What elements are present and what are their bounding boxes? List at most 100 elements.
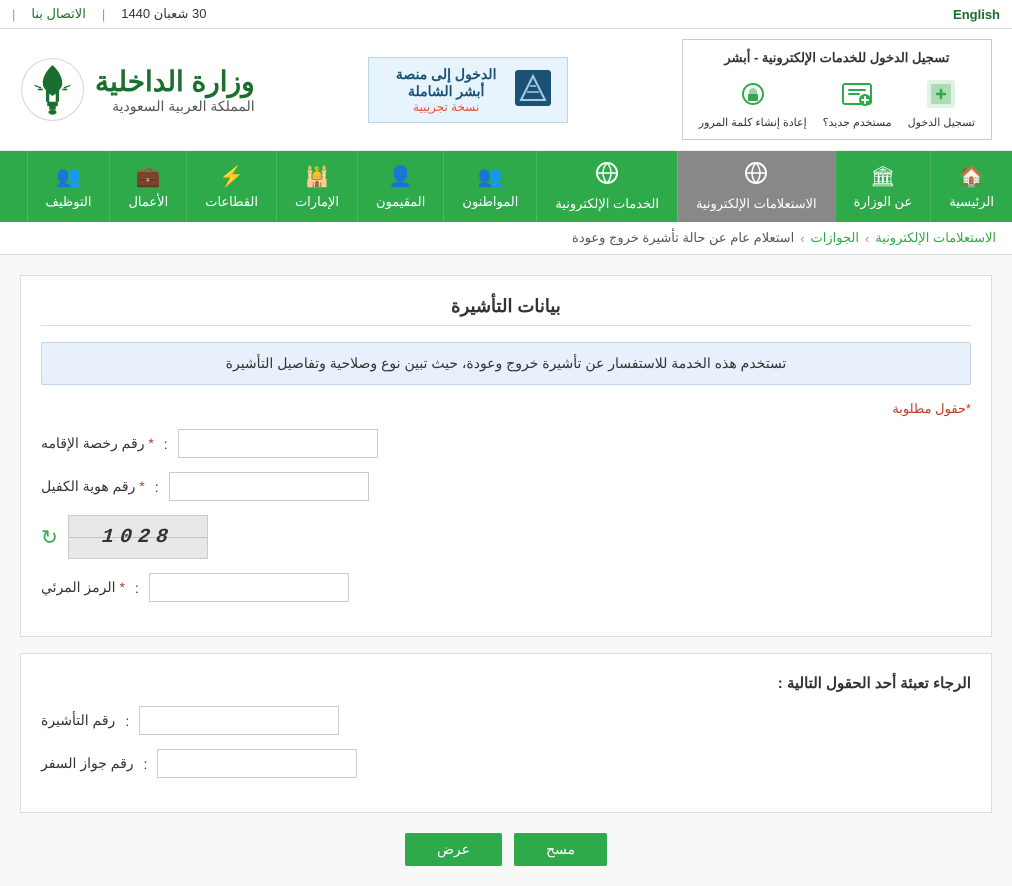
sep2: | xyxy=(12,7,15,22)
nav-item-eservices[interactable]: الخدمات الإلكترونية xyxy=(536,151,677,222)
country-name: المملكة العربية السعودية xyxy=(95,98,255,115)
sectors-icon: ⚡ xyxy=(219,164,244,189)
nav-item-residents[interactable]: 👤 المقيمون xyxy=(357,151,443,222)
nav-item-citizens[interactable]: 👥 المواطنون xyxy=(443,151,536,222)
sep1: | xyxy=(102,7,105,22)
business-icon: 💼 xyxy=(136,164,161,189)
visanum-row: : رقم التأشيرة xyxy=(41,706,971,735)
kafeel-row: : * رقم هوية الكفيل xyxy=(41,472,971,501)
ministry-emblem xyxy=(20,57,85,122)
nav-business-label: الأعمال xyxy=(128,194,168,210)
login-action-signin[interactable]: تسجيل الدخول xyxy=(908,76,975,129)
nav-ministry-label: عن الوزارة xyxy=(854,194,913,210)
kafeel-input[interactable] xyxy=(169,472,369,501)
header-logo: وزارة الداخلية المملكة العربية السعودية xyxy=(20,57,255,122)
required-note: *حقول مطلوبة xyxy=(41,401,971,417)
signin-icon xyxy=(923,76,959,112)
newuser-label: مستخدم جديد؟ xyxy=(823,116,892,129)
nav-item-employment[interactable]: 👥 التوظيف xyxy=(27,151,110,222)
login-action-newuser[interactable]: مستخدم جديد؟ xyxy=(823,76,892,129)
button-row: عرض مسح xyxy=(20,833,992,866)
login-title: تسجيل الدخول للخدمات الإلكترونية - أبشر xyxy=(699,50,975,66)
signin-label: تسجيل الدخول xyxy=(908,116,975,129)
nav-item-emirates[interactable]: 🕌 الإمارات xyxy=(276,151,357,222)
breadcrumb-passports[interactable]: الجوازات xyxy=(811,230,859,246)
absher-banner[interactable]: الدخول إلى منصة أبشر الشاملة نسخة تجريبي… xyxy=(368,57,568,123)
clear-button[interactable]: مسح xyxy=(514,833,607,866)
breadcrumb-einquiry[interactable]: الاستعلامات الإلكترونية xyxy=(875,230,996,246)
passportnum-row: : رقم جواز السفر xyxy=(41,749,971,778)
visanum-colon: : xyxy=(125,713,129,729)
ministry-icon: 🏛 xyxy=(870,164,895,189)
view-button[interactable]: عرض xyxy=(405,833,502,866)
home-icon: 🏠 xyxy=(959,164,984,189)
iqama-required-star: * xyxy=(148,435,153,451)
english-link[interactable]: English xyxy=(953,7,1000,22)
captcha-input[interactable] xyxy=(149,573,349,602)
citizens-icon: 👥 xyxy=(478,164,503,189)
section2-title: الرجاء تعبئة أحد الحقول التالية : xyxy=(41,674,971,692)
absher-icon xyxy=(515,70,551,109)
eservices-icon xyxy=(595,161,619,191)
visanum-input[interactable] xyxy=(139,706,339,735)
nav-eservices-label: الخدمات الإلكترونية xyxy=(555,196,659,212)
main-content: بيانات التأشيرة تستخدم هذه الخدمة للاستف… xyxy=(0,255,1012,886)
nav-residents-label: المقيمون xyxy=(376,194,425,210)
captcha-input-row: : * الرمز المرئي xyxy=(41,573,971,602)
nav-item-home[interactable]: 🏠 الرئيسية xyxy=(930,151,1012,222)
breadcrumb-current: استعلام عام عن حالة تأشيرة خروج وعودة xyxy=(572,230,794,246)
absher-main-text: الدخول إلى منصة أبشر الشاملة xyxy=(385,66,507,100)
navbar: 🏠 الرئيسية 🏛 عن الوزارة الاستعلامات الإل… xyxy=(0,151,1012,222)
passportnum-colon: : xyxy=(144,756,148,772)
header: تسجيل الدخول للخدمات الإلكترونية - أبشر … xyxy=(0,29,1012,151)
emirates-icon: 🕌 xyxy=(305,164,330,189)
form-card: بيانات التأشيرة تستخدم هذه الخدمة للاستف… xyxy=(20,275,992,637)
iqama-row: : * رقم رخصة الإقامه xyxy=(41,429,971,458)
absher-sub-text: نسخة تجريبية xyxy=(385,100,507,114)
refresh-captcha-icon[interactable]: ↻ xyxy=(41,525,58,550)
resetpw-label: إعادة إنشاء كلمة المرور xyxy=(699,116,807,129)
captcha-label: * الرمز المرئي xyxy=(41,579,125,596)
iqama-label: * رقم رخصة الإقامه xyxy=(41,435,154,452)
nav-item-business[interactable]: 💼 الأعمال xyxy=(109,151,186,222)
kafeel-required-star: * xyxy=(139,478,144,494)
info-box: تستخدم هذه الخدمة للاستفسار عن تأشيرة خر… xyxy=(41,342,971,385)
nav-item-einquiry[interactable]: الاستعلامات الإلكترونية xyxy=(677,151,835,222)
nav-item-ministry[interactable]: 🏛 عن الوزارة xyxy=(835,151,931,222)
newuser-icon xyxy=(839,76,875,112)
captcha-colon: : xyxy=(135,580,139,596)
passportnum-label: رقم جواز السفر xyxy=(41,755,134,772)
kafeel-label: * رقم هوية الكفيل xyxy=(41,478,145,495)
top-bar: English 30 شعبان 1440 | الاتصال بنا | xyxy=(0,0,1012,29)
date-label: 30 شعبان 1440 xyxy=(121,6,206,22)
captcha-text: 1028 xyxy=(101,526,175,549)
employment-icon: 👥 xyxy=(56,164,81,189)
nav-emirates-label: الإمارات xyxy=(295,194,339,210)
captcha-required-star: * xyxy=(119,579,124,595)
resetpw-icon xyxy=(735,76,771,112)
einquiry-icon xyxy=(744,161,768,191)
residents-icon: 👤 xyxy=(388,164,413,189)
form-card-2: الرجاء تعبئة أحد الحقول التالية : : رقم … xyxy=(20,653,992,813)
captcha-image: 1028 xyxy=(68,515,208,559)
contact-link[interactable]: الاتصال بنا xyxy=(31,6,85,22)
captcha-row: 1028 ↻ xyxy=(41,515,971,559)
ministry-name: وزارة الداخلية xyxy=(95,65,255,98)
passportnum-input[interactable] xyxy=(157,749,357,778)
breadcrumb-sep1: › xyxy=(865,231,869,246)
iqama-colon: : xyxy=(164,436,168,452)
section-title: بيانات التأشيرة xyxy=(41,296,971,326)
login-action-resetpw[interactable]: إعادة إنشاء كلمة المرور xyxy=(699,76,807,129)
kafeel-colon: : xyxy=(155,479,159,495)
nav-item-sectors[interactable]: ⚡ القطاعات xyxy=(186,151,276,222)
login-panel: تسجيل الدخول للخدمات الإلكترونية - أبشر … xyxy=(682,39,992,140)
nav-citizens-label: المواطنون xyxy=(462,194,518,210)
nav-employment-label: التوظيف xyxy=(46,194,92,210)
visanum-label: رقم التأشيرة xyxy=(41,712,115,729)
breadcrumb: الاستعلامات الإلكترونية › الجوازات › است… xyxy=(0,222,1012,255)
nav-sectors-label: القطاعات xyxy=(205,194,258,210)
breadcrumb-sep2: › xyxy=(800,231,804,246)
iqama-input[interactable] xyxy=(178,429,378,458)
nav-home-label: الرئيسية xyxy=(949,194,994,210)
nav-einquiry-label: الاستعلامات الإلكترونية xyxy=(696,196,817,212)
